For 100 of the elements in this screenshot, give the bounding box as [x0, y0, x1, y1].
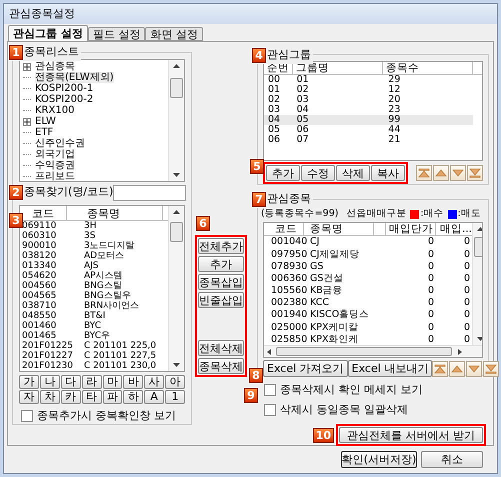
- tree-item[interactable]: 신주인수권: [35, 138, 85, 149]
- transfer-button[interactable]: 빈줄삽입: [198, 292, 244, 308]
- tree-item[interactable]: ELW: [35, 116, 56, 127]
- transfer-button[interactable]: 전체추가: [198, 238, 244, 254]
- scroll-down-icon[interactable]: [173, 362, 180, 366]
- column-header[interactable]: 코드: [20, 206, 67, 220]
- scroll-left-icon[interactable]: [267, 349, 271, 355]
- initial-filter-button[interactable]: 가: [19, 374, 39, 388]
- table-cell-text: 20: [387, 95, 402, 105]
- scroll-up-icon[interactable]: [173, 64, 180, 68]
- move-bottom-button[interactable]: [483, 360, 500, 376]
- move-down-button[interactable]: [450, 165, 466, 181]
- transfer-button[interactable]: 종목삽입: [198, 274, 244, 290]
- table-cell-text: 0: [426, 286, 435, 296]
- checkbox[interactable]: [264, 404, 276, 416]
- move-top-button[interactable]: [416, 165, 432, 181]
- column-header[interactable]: 그룹명: [293, 62, 383, 74]
- checkbox[interactable]: [21, 410, 33, 422]
- group-row[interactable]: 06 07 21: [264, 135, 473, 145]
- initial-filter-button[interactable]: 아: [165, 374, 185, 388]
- initial-filter-button[interactable]: 파: [102, 390, 122, 404]
- initial-filter-button[interactable]: 사: [144, 374, 164, 388]
- initial-filter-button[interactable]: 마: [102, 374, 122, 388]
- stock-name: 3S: [83, 230, 96, 240]
- dialog-button[interactable]: 확인(서버저장): [341, 451, 417, 468]
- tree-item[interactable]: KRX100: [35, 105, 74, 116]
- excel-button[interactable]: Excel 가져오기: [263, 360, 348, 377]
- table-cell-text: 04: [296, 105, 310, 115]
- column-header[interactable]: 종목명: [304, 223, 374, 235]
- move-down-button[interactable]: [466, 360, 482, 376]
- scroll-thumb[interactable]: [276, 347, 452, 356]
- initial-filter-button[interactable]: 카: [60, 390, 81, 404]
- column-header[interactable]: 종목수: [383, 62, 473, 74]
- group-title: 관심그룹: [267, 47, 311, 63]
- initial-filter-button[interactable]: 다: [60, 374, 81, 388]
- column-header[interactable]: 종목명: [67, 206, 163, 220]
- column-header[interactable]: 매입...: [436, 223, 472, 235]
- initial-filter-button[interactable]: A: [144, 390, 164, 404]
- scroll-down-icon[interactable]: [173, 172, 180, 177]
- group-action-button[interactable]: 복사: [371, 165, 405, 181]
- table-cell-text: 0: [462, 298, 471, 308]
- tab[interactable]: 화면 설정: [145, 27, 203, 41]
- scrollbar[interactable]: [168, 206, 184, 370]
- group-row[interactable]: 03 04 23: [264, 105, 473, 115]
- initial-filter-button[interactable]: 나: [40, 374, 60, 388]
- move-up-button[interactable]: [433, 165, 449, 181]
- tab[interactable]: 관심그룹 설정: [8, 25, 88, 41]
- group-action-button[interactable]: 삭제: [336, 165, 370, 181]
- group-action-button[interactable]: 수정: [301, 165, 335, 181]
- column-header[interactable]: 순번: [264, 62, 293, 74]
- tree-item[interactable]: 전종목(ELW제외): [35, 72, 114, 83]
- server-download-button[interactable]: 관심전체를 서버에서 받기: [339, 427, 483, 443]
- scroll-thumb[interactable]: [170, 222, 183, 242]
- move-up-button[interactable]: [449, 360, 466, 376]
- initial-filter-button[interactable]: 타: [82, 390, 102, 404]
- transfer-button[interactable]: 추가: [198, 256, 244, 272]
- scroll-up-icon[interactable]: [477, 227, 482, 231]
- tree-item[interactable]: 프리보드: [35, 171, 75, 181]
- initial-filter-button[interactable]: 1: [165, 390, 185, 404]
- initial-filter-button[interactable]: 차: [40, 390, 60, 404]
- tab[interactable]: 필드 설정: [88, 27, 146, 41]
- move-top-button[interactable]: [432, 360, 448, 376]
- search-field[interactable]: [113, 184, 186, 201]
- scroll-right-icon[interactable]: [458, 349, 462, 355]
- number-badge: 5: [250, 159, 264, 174]
- group-row[interactable]: 01 02 12: [264, 85, 473, 95]
- initial-filter-button[interactable]: 하: [123, 390, 144, 404]
- stock-code: 001465: [21, 330, 58, 340]
- number-badge: 6: [196, 216, 210, 231]
- column-header[interactable]: 매입단가: [386, 223, 436, 235]
- expand-icon[interactable]: [23, 62, 31, 70]
- group-row[interactable]: 02 03 20: [264, 95, 473, 105]
- group-row[interactable]: 05 06 44: [264, 125, 473, 135]
- initial-filter-button[interactable]: 자: [19, 390, 39, 404]
- scroll-down-icon[interactable]: [477, 337, 482, 341]
- tree-item[interactable]: 외국기업: [35, 149, 75, 160]
- dialog-button[interactable]: 취소: [421, 451, 483, 468]
- stock-name: AD모터스: [83, 250, 124, 260]
- initial-filter-button[interactable]: 라: [82, 374, 102, 388]
- scroll-up-icon[interactable]: [173, 210, 180, 214]
- column-header[interactable]: 코드: [264, 223, 304, 235]
- transfer-button[interactable]: 종목삭제: [198, 358, 244, 374]
- group-row[interactable]: 00 01 29: [264, 75, 473, 85]
- tree-item[interactable]: 관심종목: [35, 61, 75, 72]
- transfer-button[interactable]: 전체삭제: [198, 340, 244, 356]
- tree-item[interactable]: KOSPI200-1: [35, 83, 94, 94]
- group-row[interactable]: 04 05 99: [264, 115, 473, 125]
- group-action-button[interactable]: 추가: [266, 165, 300, 181]
- horizontal-scrollbar[interactable]: [264, 345, 482, 357]
- tree-item[interactable]: 수익증권: [35, 160, 75, 171]
- tree-item[interactable]: ETF: [35, 127, 54, 138]
- scrollbar[interactable]: [168, 60, 184, 181]
- tree-item[interactable]: KOSPI200-2: [35, 94, 94, 105]
- scroll-thumb[interactable]: [170, 78, 183, 98]
- initial-filter-button[interactable]: 바: [123, 374, 144, 388]
- excel-button[interactable]: Excel 내보내기: [348, 360, 432, 377]
- checkbox[interactable]: [264, 384, 276, 396]
- expand-icon[interactable]: [23, 118, 31, 126]
- move-bottom-button[interactable]: [467, 165, 483, 181]
- move-bottom-icon: [468, 166, 482, 180]
